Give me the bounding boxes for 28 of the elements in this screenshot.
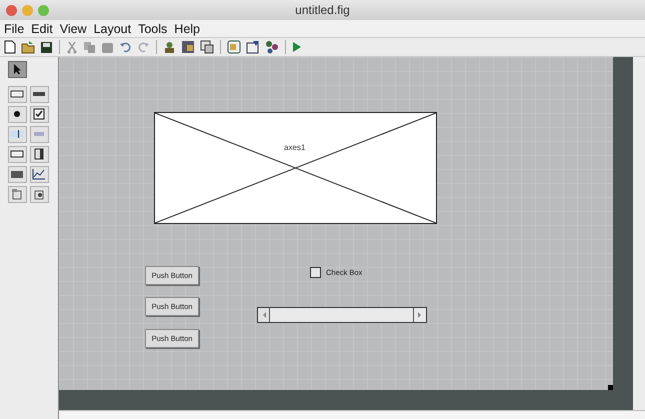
menu-item[interactable]: Tools xyxy=(138,22,168,36)
run-icon[interactable] xyxy=(292,41,302,53)
checkbox[interactable] xyxy=(310,267,321,278)
undo-icon[interactable] xyxy=(119,41,132,53)
axes-placeholder[interactable]: axes1 xyxy=(154,112,437,224)
group-tool-icon xyxy=(32,188,46,200)
slider[interactable] xyxy=(257,307,427,323)
window-title: untitled.fig xyxy=(295,3,350,17)
horizontal-scrollbar[interactable] xyxy=(59,410,645,419)
close-button[interactable] xyxy=(6,4,17,16)
axes-label: axes1 xyxy=(284,143,306,152)
menu-item[interactable]: Edit xyxy=(31,22,53,36)
save-icon[interactable] xyxy=(40,40,53,54)
edit-tool-icon xyxy=(10,128,24,140)
menu-item[interactable]: Layout xyxy=(94,22,132,36)
listbox-tool-icon xyxy=(32,148,46,160)
panel-tool-icon xyxy=(10,188,24,200)
open-folder-icon[interactable] xyxy=(21,40,35,54)
toggle-tool-icon xyxy=(10,168,24,180)
checkbox-tool-icon xyxy=(32,108,46,120)
menu-item[interactable]: Help xyxy=(174,22,200,36)
new-file-icon[interactable] xyxy=(4,40,16,54)
popup-tool-icon xyxy=(10,148,24,160)
menu-item[interactable]: File xyxy=(4,22,24,36)
menu-item[interactable]: View xyxy=(60,22,87,36)
pushbutton-tool-icon xyxy=(10,88,24,100)
resize-handle[interactable] xyxy=(608,385,613,390)
axes-tool-icon xyxy=(32,168,46,180)
